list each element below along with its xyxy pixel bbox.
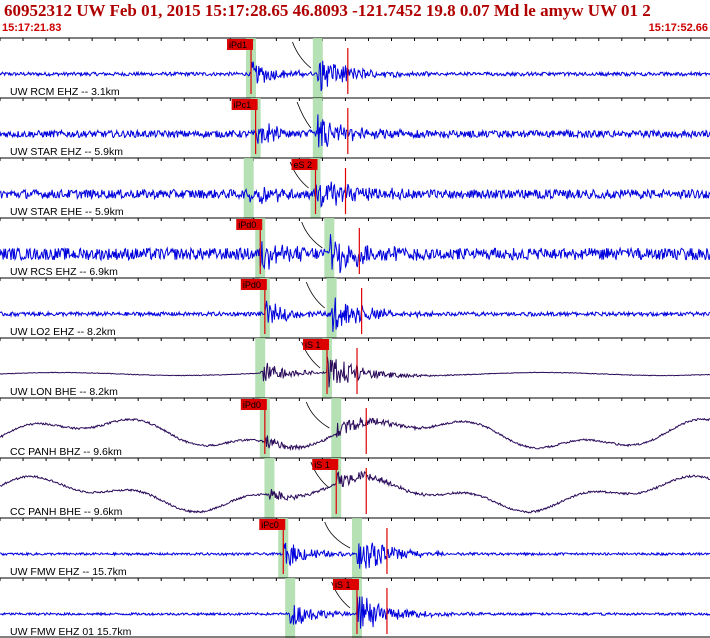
trace-label: UW FMW EHZ -- 15.7km bbox=[10, 566, 127, 578]
waveform-line bbox=[0, 114, 710, 148]
pick-label: eS 2 bbox=[294, 160, 313, 170]
event-title: 60952312 UW Feb 01, 2015 15:17:28.65 46.… bbox=[4, 1, 651, 20]
p-window bbox=[264, 458, 275, 518]
trace-panel: iS 1 UW LON BHE -- 8.2km bbox=[0, 337, 710, 398]
s-window bbox=[331, 398, 342, 458]
trace-panel: iPd0 UW LO2 EHZ -- 8.2km bbox=[0, 277, 710, 338]
predicted-curve bbox=[324, 521, 351, 549]
trace-label: UW LO2 EHZ -- 8.2km bbox=[10, 326, 116, 338]
time-start-label: 15:17:21.83 bbox=[2, 22, 62, 34]
predicted-curve bbox=[296, 101, 312, 129]
pick-label: iS 1 bbox=[305, 340, 321, 350]
p-window bbox=[255, 338, 266, 398]
pick-label: iPc0 bbox=[261, 520, 279, 530]
trace-panel: eS 2 UW STAR EHE -- 5.9km bbox=[0, 157, 710, 218]
seismogram-plot: iPd1 UW RCM EHZ -- 3.1km iPc1 UW STAR EHZ -… bbox=[0, 37, 710, 638]
trace-label: UW LON BHE -- 8.2km bbox=[10, 386, 118, 398]
trace-label: UW STAR EHZ -- 5.9km bbox=[10, 146, 123, 158]
header: 60952312 UW Feb 01, 2015 15:17:28.65 46.… bbox=[0, 0, 710, 35]
pick-label: iS 1 bbox=[314, 460, 330, 470]
waveform-line bbox=[0, 181, 710, 208]
trace-panel: iPd0 CC PANH BHZ -- 9.6km bbox=[0, 397, 710, 458]
predicted-curve bbox=[305, 281, 325, 309]
p-window bbox=[243, 158, 254, 218]
trace-label: UW FMW EHZ 01 15.7km bbox=[10, 626, 132, 638]
p-window bbox=[285, 578, 296, 638]
trace-panel: iPc1 UW STAR EHZ -- 5.9km bbox=[0, 97, 710, 158]
trace-label: CC PANH BHE -- 9.6km bbox=[10, 506, 123, 518]
trace-panel: iPd0 UW RCS EHZ -- 6.9km bbox=[0, 217, 710, 278]
pick-label: iPd0 bbox=[243, 400, 261, 410]
trace-label: UW RCM EHZ -- 3.1km bbox=[10, 86, 120, 98]
trace-panel: iPc0 UW FMW EHZ -- 15.7km bbox=[0, 517, 710, 578]
predicted-curve bbox=[305, 401, 330, 429]
trace-panel: iS 1 UW FMW EHZ 01 15.7km bbox=[0, 577, 710, 638]
predicted-curve bbox=[301, 221, 323, 249]
trace-label: UW RCS EHZ -- 6.9km bbox=[10, 266, 118, 278]
trace-panel: iS 1 CC PANH BHE -- 9.6km bbox=[0, 457, 710, 518]
waveform-line bbox=[0, 417, 710, 452]
pick-label: iPd0 bbox=[238, 220, 256, 230]
time-end-label: 15:17:52.66 bbox=[648, 22, 708, 34]
pick-label: iPd1 bbox=[229, 40, 247, 50]
pick-label: iS 1 bbox=[335, 580, 351, 590]
pick-label: iPd0 bbox=[243, 280, 261, 290]
trace-label: UW STAR EHE -- 5.9km bbox=[10, 206, 124, 218]
trace-label: CC PANH BHZ -- 9.6km bbox=[10, 446, 122, 458]
trace-panel: iPd1 UW RCM EHZ -- 3.1km bbox=[0, 37, 710, 98]
waveform-line bbox=[0, 356, 710, 388]
predicted-curve bbox=[292, 41, 312, 69]
pick-label: iPc1 bbox=[234, 100, 252, 110]
